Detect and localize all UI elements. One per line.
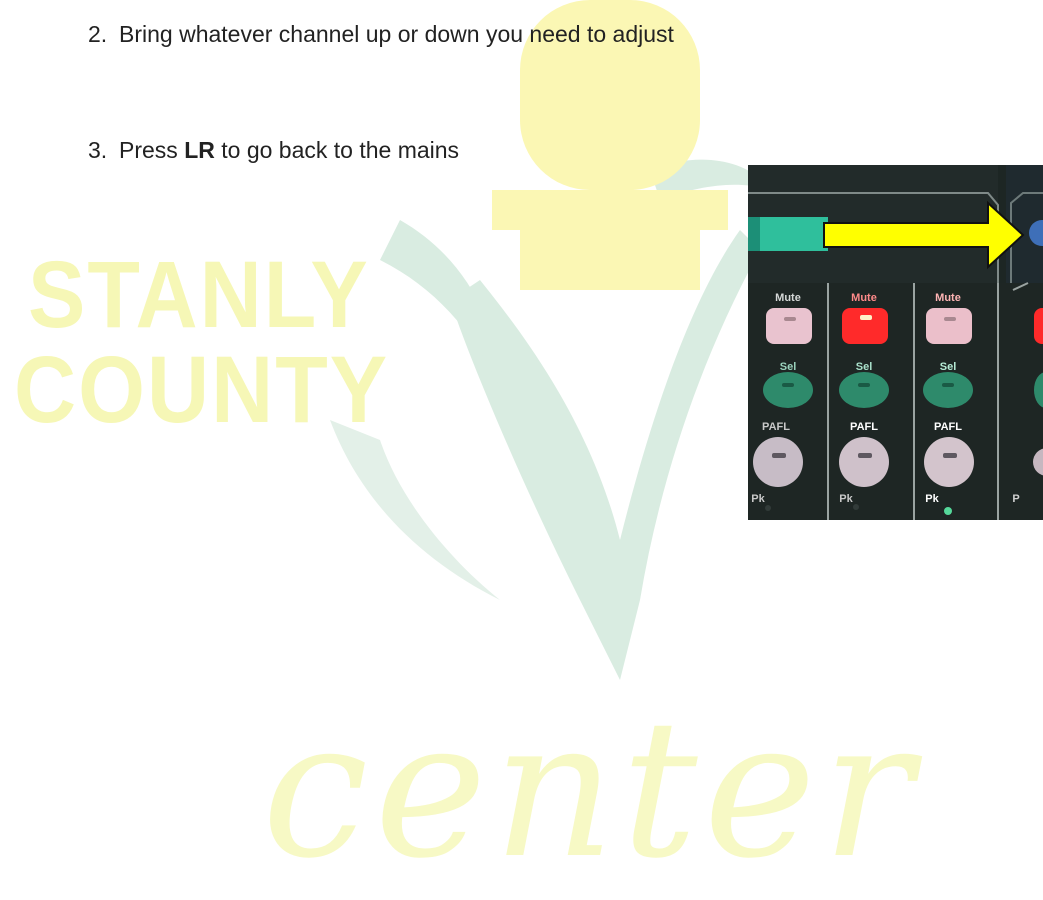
mixer-photo: Mute Sel PAFL Pk Mute Sel PAFL Pk Mute S… (748, 165, 1043, 520)
ch4-pk-label-partial: P (1012, 493, 1020, 505)
ch3-pafl-label: PAFL (934, 421, 962, 433)
ch2-pafl-label: PAFL (850, 421, 878, 433)
ch2-sel-label: Sel (855, 361, 873, 373)
step-2-text: Bring whatever channel up or down you ne… (119, 21, 674, 47)
ch1-sel-label: Sel (779, 361, 797, 373)
step-3: 3. Press LR to go back to the mains (88, 137, 459, 165)
ch1-pafl-label: PAFL (762, 421, 790, 433)
ch1-mute-label: Mute (775, 292, 801, 304)
ch2-pk-label: Pk (839, 493, 853, 505)
watermark-stanly: STANLY (28, 242, 370, 349)
watermark-county: COUNTY (14, 337, 390, 444)
step-3-pre: Press (119, 137, 185, 163)
step-2-number: 2. (88, 21, 108, 47)
step-2: 2. Bring whatever channel up or down you … (88, 21, 674, 49)
mixer-photo-art (748, 165, 1043, 520)
step-3-bold: LR (184, 137, 215, 163)
step-3-number: 3. (88, 137, 108, 163)
ch3-pk-label: Pk (925, 493, 939, 505)
step-3-post: to go back to the mains (214, 137, 460, 163)
watermark-center: center (262, 679, 919, 900)
ch2-mute-label: Mute (851, 292, 877, 304)
ch1-pk-label: Pk (751, 493, 765, 505)
ch3-sel-label: Sel (939, 361, 957, 373)
ch3-mute-label: Mute (935, 292, 961, 304)
